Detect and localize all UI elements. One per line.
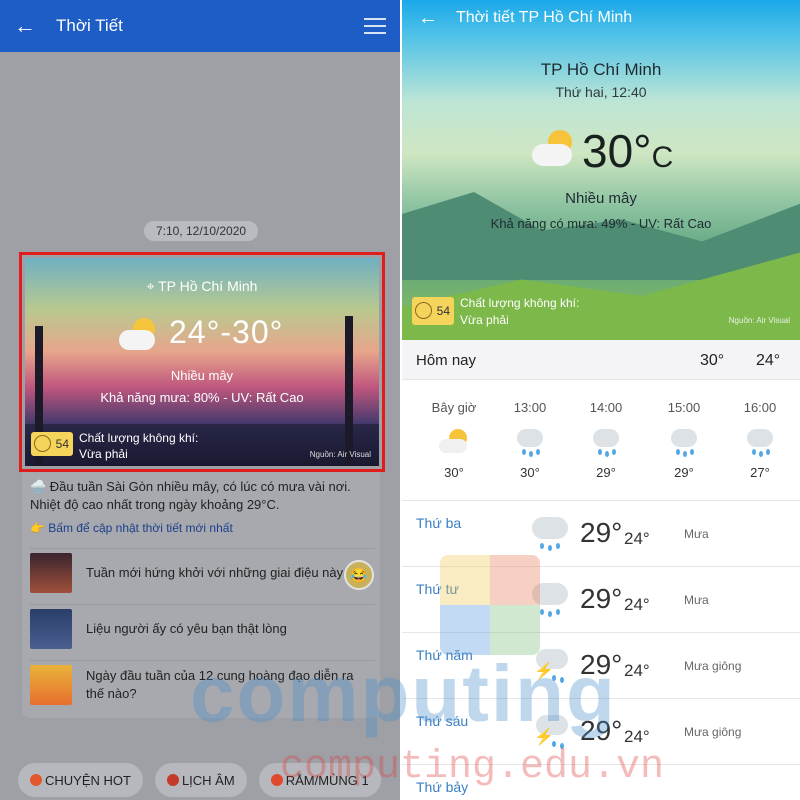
hour-time: 15:00 <box>667 400 701 415</box>
face-icon <box>415 302 432 319</box>
day-low: 24° <box>624 727 650 746</box>
day-desc: Mưa <box>684 593 709 607</box>
day-low: 24° <box>624 661 650 680</box>
screenshot-root: ← Thời Tiết 7:10, 12/10/2020 ⌖ TP Hồ Chí… <box>0 0 800 800</box>
today-row: Hôm nay 30° 24° <box>402 340 800 380</box>
card-temp-range: 24°-30° <box>169 314 284 350</box>
right-app-bar: ← Thời tiết TP Hồ Chí Minh <box>402 0 800 36</box>
rain-cloud-icon <box>530 515 570 551</box>
chip-label: LỊCH ÂM <box>181 772 235 788</box>
today-low: 24° <box>756 352 781 369</box>
day-desc: Mưa <box>684 527 709 541</box>
back-arrow-icon[interactable]: ← <box>14 15 42 37</box>
current-temp: 30°C <box>582 124 673 178</box>
news-item[interactable]: Liệu người ấy có yêu bạn thật lòng <box>30 604 375 652</box>
day-high: 29° <box>580 583 623 614</box>
card-location: ⌖ TP Hồ Chí Minh <box>25 278 379 295</box>
partly-cloudy-icon <box>532 130 576 168</box>
message-timestamp: 7:10, 12/10/2020 <box>144 221 258 241</box>
card-rain-uv: Khả năng mưa: 80% - UV: Rất Cao <box>100 390 304 405</box>
temp-unit: C <box>651 141 674 174</box>
day-desc: Mưa giông <box>684 659 742 673</box>
chip-chuyen-hot[interactable]: CHUYỆN HOT <box>18 763 143 797</box>
hourly-item: 14:00 29° <box>568 400 644 480</box>
news-thumbnail <box>30 664 72 705</box>
chip-lich-am[interactable]: LỊCH ÂM <box>154 763 247 797</box>
today-high: 30° <box>700 352 725 369</box>
location-pin-icon: ⌖ <box>146 278 155 294</box>
day-desc: Mưa giông <box>684 725 742 739</box>
hour-temp: 27° <box>750 465 770 480</box>
partly-cloudy-icon <box>119 318 159 352</box>
data-source: Nguồn: Air Visual <box>728 316 790 325</box>
partly-cloudy-icon <box>437 427 471 457</box>
day-low: 24° <box>624 529 650 548</box>
current-condition: Nhiều mây <box>565 190 637 207</box>
list-menu-icon[interactable] <box>364 18 386 34</box>
aq-status: Vừa phải <box>460 313 509 327</box>
watermark-brand: computing <box>190 649 617 738</box>
rain-cloud-icon <box>743 427 777 457</box>
weather-card[interactable]: ⌖ TP Hồ Chí Minh 24°-30° Nhiều mây Khả n… <box>25 258 379 466</box>
aq-label: Chất lượng không khí: <box>79 431 199 445</box>
chip-label: CHUYỆN HOT <box>45 772 131 788</box>
hour-time: 14:00 <box>589 400 623 415</box>
hour-time: 13:00 <box>513 400 547 415</box>
hour-temp: 29° <box>674 465 694 480</box>
day-name: Thứ ba <box>416 515 462 531</box>
day-high: 29° <box>580 517 623 548</box>
hour-time: 16:00 <box>743 400 777 415</box>
hourly-item: Bây giờ 30° <box>416 400 492 480</box>
hour-time: Bây giờ <box>431 400 477 415</box>
watermark-logo <box>440 555 540 655</box>
aq-value: 54 <box>55 437 69 451</box>
rain-cloud-icon <box>667 427 701 457</box>
data-source: Nguồn: Air Visual <box>309 450 371 459</box>
back-arrow-icon[interactable]: ← <box>418 7 442 30</box>
aq-value: 54 <box>436 304 450 318</box>
right-app-title: Thời tiết TP Hồ Chí Minh <box>456 9 633 26</box>
fire-icon <box>30 774 42 786</box>
hourly-item: 16:00 27° <box>722 400 798 480</box>
hour-temp: 30° <box>444 465 464 480</box>
news-thumbnail <box>30 552 72 593</box>
hourly-item: 13:00 30° <box>492 400 568 480</box>
laughing-emoji-icon[interactable]: 😂 <box>344 560 374 590</box>
aq-status: Vừa phải <box>79 447 128 461</box>
day-low: 24° <box>624 595 650 614</box>
today-label: Hôm nay <box>416 352 477 369</box>
city-name: TP Hồ Chí Minh <box>540 60 662 79</box>
card-condition: Nhiều mây <box>170 368 234 383</box>
rain-cloud-icon <box>513 427 547 457</box>
left-app-title: Thời Tiết <box>56 16 123 35</box>
hourly-item: 15:00 29° <box>646 400 722 480</box>
hour-temp: 29° <box>596 465 616 480</box>
news-item[interactable]: Tuần mới hứng khởi với những giai điệu n… <box>30 548 375 596</box>
watermark-url: computing.edu.vn <box>280 745 665 790</box>
current-temp-value: 30° <box>582 125 652 177</box>
card-location-text: TP Hồ Chí Minh <box>158 278 258 294</box>
day-time: Thứ hai, 12:40 <box>555 84 647 100</box>
aq-label: Chất lượng không khí: <box>460 296 580 310</box>
air-quality-badge: 54 <box>412 297 454 325</box>
news-title: Tuần mới hứng khởi với những giai điệu n… <box>86 564 344 580</box>
rain-cloud-icon <box>589 427 623 457</box>
hour-temp: 30° <box>520 465 540 480</box>
weather-summary: 🌧️ Đầu tuần Sài Gòn nhiều mây, có lúc có… <box>30 479 351 512</box>
update-weather-link[interactable]: 👉 Bấm để cập nhật thời tiết mới nhất <box>30 521 233 535</box>
face-icon <box>34 435 51 452</box>
news-title: Liệu người ấy có yêu bạn thật lòng <box>86 620 287 636</box>
left-app-bar: ← Thời Tiết <box>0 0 400 52</box>
lantern-icon <box>166 774 179 786</box>
rain-uv: Khả năng có mưa: 49% - UV: Rất Cao <box>490 216 712 231</box>
news-thumbnail <box>30 608 72 649</box>
air-quality-badge: 54 <box>31 432 73 456</box>
